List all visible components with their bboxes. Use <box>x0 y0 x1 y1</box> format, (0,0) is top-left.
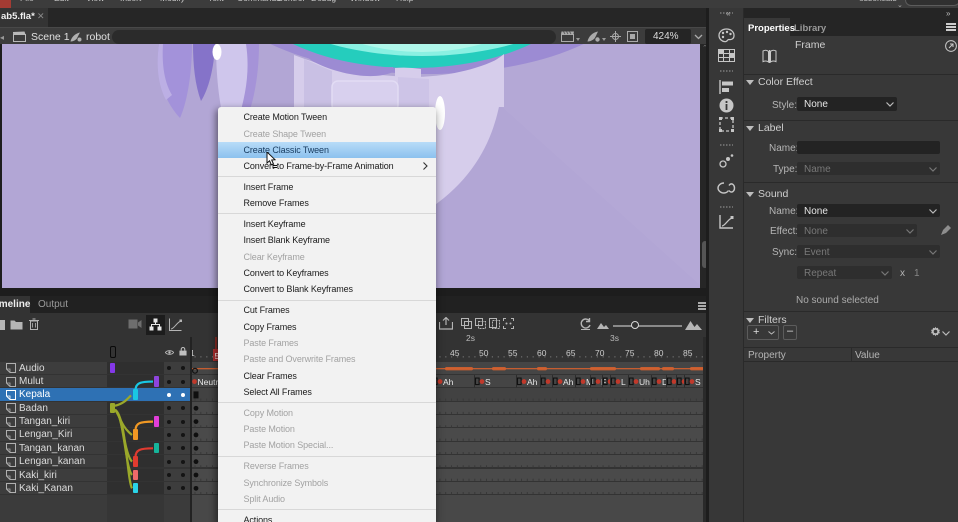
svg-text:Ah: Ah <box>443 377 454 387</box>
svg-text:S: S <box>695 377 701 387</box>
svg-text:L: L <box>621 377 626 387</box>
svg-text:Uh: Uh <box>639 377 650 387</box>
svg-text:Ah: Ah <box>563 377 574 387</box>
svg-text:S: S <box>485 377 491 387</box>
svg-text:Ah: Ah <box>527 377 538 387</box>
